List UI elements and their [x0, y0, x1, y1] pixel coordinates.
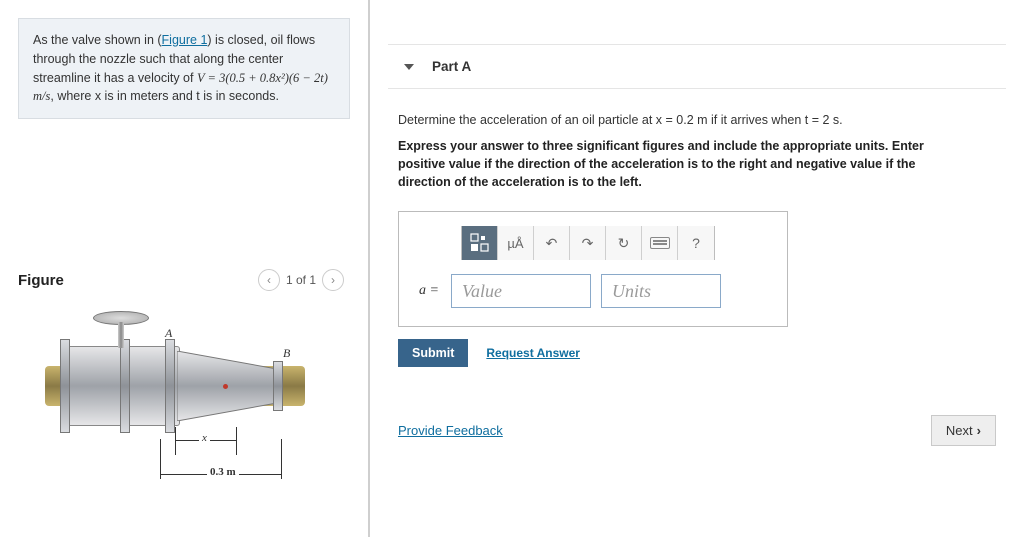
- collapse-caret-icon: [404, 64, 414, 70]
- figure-next-button[interactable]: ›: [322, 269, 344, 291]
- part-label: Part A: [432, 59, 471, 74]
- next-button[interactable]: Next ›: [931, 415, 996, 446]
- problem-statement: As the valve shown in (Figure 1) is clos…: [18, 18, 350, 119]
- next-label: Next: [946, 423, 973, 438]
- figure-image: A B x 0.3 m: [15, 306, 353, 506]
- keyboard-button[interactable]: [642, 226, 678, 260]
- problem-prefix: As the valve shown in (: [33, 33, 162, 47]
- question-instruction: Express your answer to three significant…: [398, 137, 958, 191]
- reset-button[interactable]: ↻: [606, 226, 642, 260]
- figure-dim-length: 0.3 m: [207, 466, 239, 478]
- help-button[interactable]: ?: [678, 226, 714, 260]
- units-symbols-button[interactable]: µÅ: [498, 226, 534, 260]
- answer-panel: µÅ ↶ ↷ ↻ ? a =: [398, 211, 788, 327]
- problem-tail: , where x is in meters and t is in secon…: [50, 89, 279, 103]
- value-input[interactable]: [451, 274, 591, 308]
- figure-label-b: B: [283, 346, 290, 361]
- figure-link[interactable]: Figure 1: [162, 33, 208, 47]
- undo-button[interactable]: ↶: [534, 226, 570, 260]
- variable-label: a =: [417, 283, 451, 299]
- figure-title: Figure: [18, 272, 64, 289]
- figure-dim-x: x: [199, 432, 210, 444]
- redo-button[interactable]: ↷: [570, 226, 606, 260]
- keyboard-icon: [650, 237, 670, 249]
- chevron-right-icon: ›: [977, 423, 981, 438]
- figure-nav: ‹ 1 of 1 ›: [252, 269, 350, 291]
- figure-label-a: A: [165, 326, 172, 341]
- part-header[interactable]: Part A: [388, 44, 1006, 89]
- answer-toolbar: µÅ ↶ ↷ ↻ ?: [461, 226, 715, 260]
- submit-button[interactable]: Submit: [398, 339, 468, 367]
- units-input[interactable]: [601, 274, 721, 308]
- provide-feedback-link[interactable]: Provide Feedback: [398, 423, 503, 438]
- question-text: Determine the acceleration of an oil par…: [398, 113, 958, 127]
- request-answer-link[interactable]: Request Answer: [486, 346, 580, 360]
- templates-button[interactable]: [462, 226, 498, 260]
- figure-prev-button[interactable]: ‹: [258, 269, 280, 291]
- figure-counter: 1 of 1: [286, 273, 316, 287]
